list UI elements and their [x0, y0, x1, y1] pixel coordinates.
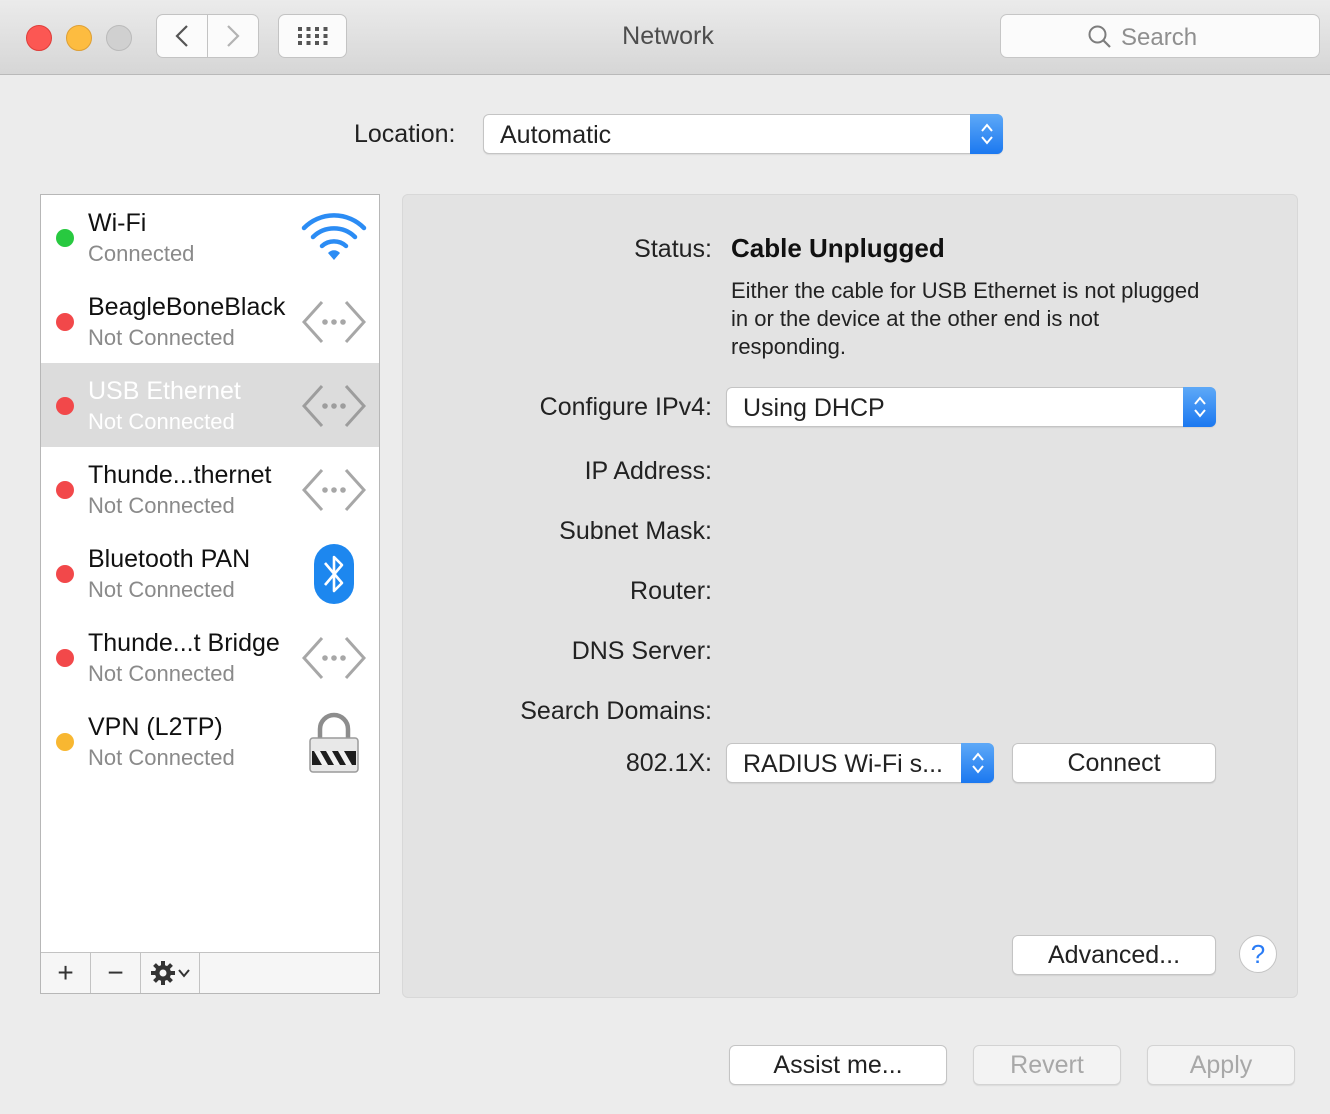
status-dot — [56, 649, 74, 667]
bluetooth-icon — [301, 544, 367, 604]
configure-ipv4-label: Configure IPv4: — [539, 393, 712, 421]
ethernet-arrows-icon — [301, 379, 367, 433]
action-menu-button[interactable] — [141, 953, 200, 993]
service-item-thunderbolt-ethernet[interactable]: Thunde...thernet Not Connected — [41, 447, 379, 531]
popup-stepper — [1183, 387, 1216, 427]
popup-stepper — [970, 114, 1003, 154]
gear-icon — [151, 961, 175, 985]
service-name: Thunde...thernet — [88, 461, 272, 489]
ethernet-arrows-icon — [301, 295, 367, 349]
wifi-icon — [301, 211, 367, 265]
service-name: Wi-Fi — [88, 209, 147, 237]
status-dot — [56, 229, 74, 247]
search-placeholder: Search — [1121, 24, 1198, 51]
apply-button[interactable]: Apply — [1147, 1045, 1295, 1085]
service-item-beagleboneblack[interactable]: BeagleBoneBlack Not Connected — [41, 279, 379, 363]
remove-service-button[interactable]: − — [91, 953, 141, 993]
status-dot — [56, 397, 74, 415]
service-name: Thunde...t Bridge — [88, 629, 280, 657]
service-status: Not Connected — [88, 493, 235, 518]
service-item-bluetooth-pan[interactable]: Bluetooth PAN Not Connected — [41, 531, 379, 615]
ethernet-arrows-icon — [301, 631, 367, 685]
assist-me-button[interactable]: Assist me... — [729, 1045, 947, 1085]
status-dot — [56, 313, 74, 331]
help-button[interactable]: ? — [1239, 935, 1277, 973]
location-popup[interactable]: Automatic — [483, 114, 1003, 154]
status-dot — [56, 565, 74, 583]
dot1x-profile-popup[interactable]: RADIUS Wi-Fi s... — [726, 743, 994, 783]
popup-stepper — [961, 743, 994, 783]
service-status: Not Connected — [88, 325, 235, 350]
service-name: BeagleBoneBlack — [88, 293, 286, 321]
chevron-up-down-icon — [971, 752, 984, 774]
service-item-thunderbolt-bridge[interactable]: Thunde...t Bridge Not Connected — [41, 615, 379, 699]
service-status: Not Connected — [88, 661, 235, 686]
location-label: Location: — [354, 120, 456, 148]
advanced-button[interactable]: Advanced... — [1012, 935, 1216, 975]
network-service-list[interactable]: Wi-Fi Connected BeagleBoneBlack Not Conn… — [40, 194, 380, 994]
title-bar: Network Search — [0, 0, 1330, 75]
service-item-vpn-l2tp[interactable]: VPN (L2TP) Not Connected — [41, 699, 379, 783]
service-list-toolbar: + − — [41, 952, 379, 993]
status-dot — [56, 481, 74, 499]
chevron-up-down-icon — [1193, 396, 1206, 418]
service-status: Not Connected — [88, 745, 235, 770]
dns-server-label: DNS Server: — [571, 637, 712, 665]
status-dot — [56, 733, 74, 751]
chevron-up-down-icon — [980, 123, 993, 145]
revert-button[interactable]: Revert — [973, 1045, 1121, 1085]
location-value: Automatic — [500, 121, 612, 149]
vpn-lock-icon — [301, 712, 367, 773]
connect-button[interactable]: Connect — [1012, 743, 1216, 783]
configure-ipv4-value: Using DHCP — [743, 394, 885, 422]
service-status: Not Connected — [88, 577, 235, 602]
status-value: Cable Unplugged — [731, 233, 945, 263]
search-domains-label: Search Domains: — [520, 697, 712, 725]
service-name: Bluetooth PAN — [88, 545, 251, 573]
ip-address-label: IP Address: — [584, 457, 712, 485]
dot1x-label: 802.1X: — [625, 749, 712, 777]
add-service-button[interactable]: + — [41, 953, 91, 993]
service-status: Not Connected — [88, 409, 235, 434]
service-name: USB Ethernet — [88, 377, 241, 405]
dot1x-value: RADIUS Wi-Fi s... — [743, 750, 943, 778]
ethernet-arrows-icon — [301, 463, 367, 517]
status-label: Status: — [634, 235, 712, 263]
service-status: Connected — [88, 241, 195, 266]
router-label: Router: — [630, 577, 712, 605]
search-input[interactable]: Search — [1000, 14, 1320, 58]
configure-ipv4-popup[interactable]: Using DHCP — [726, 387, 1216, 427]
service-item-wifi[interactable]: Wi-Fi Connected — [41, 195, 379, 279]
service-name: VPN (L2TP) — [88, 713, 223, 741]
search-icon — [1088, 25, 1111, 48]
subnet-mask-label: Subnet Mask: — [559, 517, 712, 545]
service-detail-panel: Status: Cable Unplugged Either the cable… — [402, 194, 1298, 998]
status-description: Either the cable for USB Ethernet is not… — [731, 278, 1200, 359]
chevron-down-icon — [178, 969, 190, 978]
service-item-usb-ethernet[interactable]: USB Ethernet Not Connected — [41, 363, 379, 447]
